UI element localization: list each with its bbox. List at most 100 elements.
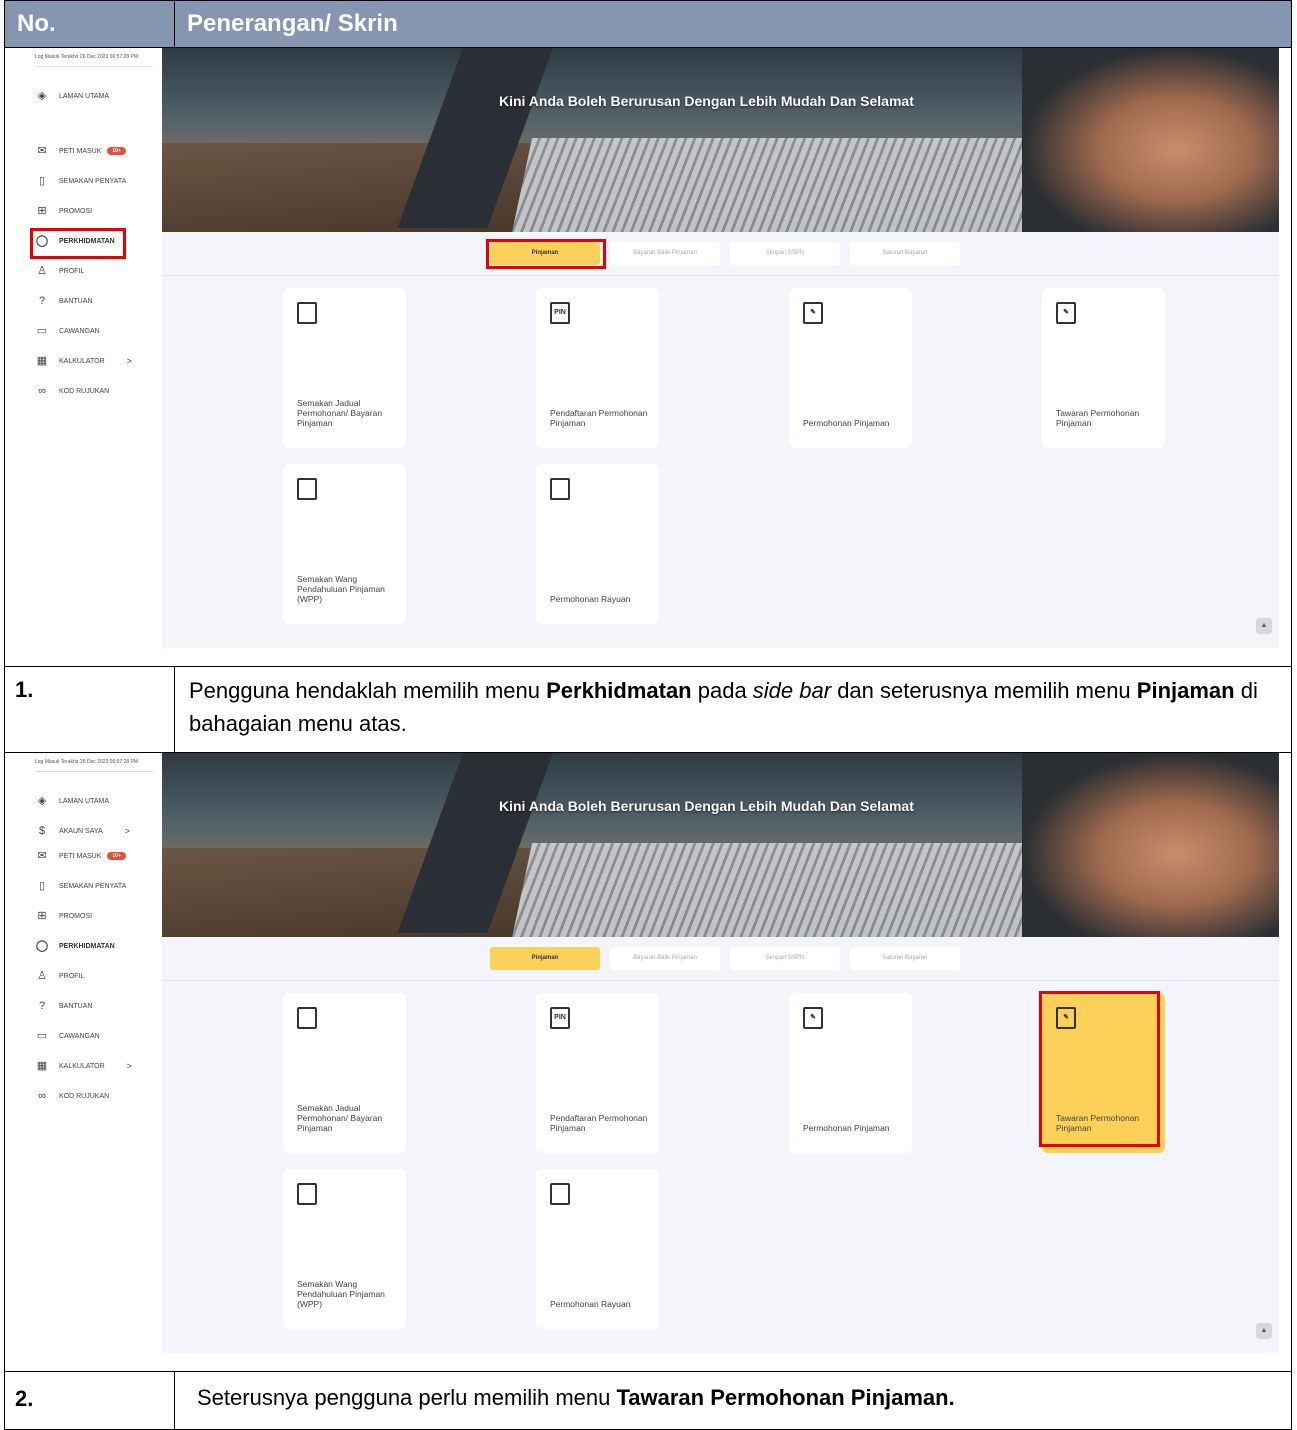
highlight-box-pinjaman-tab [486, 239, 606, 269]
sidebar-item-label: PROMOSI [59, 207, 93, 215]
sidebar-item-label: LAMAN UTAMA [59, 797, 110, 805]
sidebar-item-bantuan[interactable]: ? BANTUAN [35, 293, 93, 309]
sidebar-item-profil[interactable]: ♙ PROFIL [35, 263, 84, 279]
sidebar-item-peti-masuk[interactable]: ✉ PETI MASUK 10+ [35, 143, 126, 159]
sidebar: Log Masuk Terakhir 26 Dec 2023 06:57:28 … [5, 48, 162, 666]
sidebar-item-kod-rujukan[interactable]: ∞ KOD RUJUKAN [35, 1088, 109, 1104]
service-card[interactable]: Semakan Wang Pendahuluan Pinjaman (WPP) [283, 1169, 406, 1329]
hero-title: Kini Anda Boleh Berurusan Dengan Lebih M… [499, 93, 914, 109]
service-card[interactable]: PIN Pendaftaran Permohonan Pinjaman [536, 288, 659, 448]
hero-banner-image: Kini Anda Boleh Berurusan Dengan Lebih M… [162, 48, 1279, 232]
calculator-icon: ▦ [36, 1060, 48, 1072]
sidebar-item-semakan-penyata[interactable]: ▯ SEMAKAN PENYATA [35, 173, 126, 189]
service-card[interactable]: ✎ Permohonan Pinjaman [789, 288, 912, 448]
service-card[interactable]: Permohonan Rayuan [536, 1169, 659, 1329]
sidebar-item-profil[interactable]: ♙ PROFIL [35, 968, 84, 984]
sidebar-item-label: PETI MASUK [59, 852, 102, 860]
table-header-row: No. Penerangan/ Skrin [5, 1, 1292, 48]
document-icon: ▯ [38, 175, 46, 187]
sidebar-item-akaun-saya[interactable]: $ AKAUN SAYA > [35, 823, 130, 839]
mail-icon: ✉ [37, 850, 47, 862]
main-content: Kini Anda Boleh Berurusan Dengan Lebih M… [162, 48, 1279, 648]
chevron-right-icon: > [124, 826, 130, 836]
sidebar-item-laman-utama[interactable]: ◈ LAMAN UTAMA [35, 793, 109, 809]
tab-bayaran-balik-pinjaman[interactable]: Bayaran Balik Pinjaman [610, 242, 720, 265]
sidebar-item-label: PROMOSI [59, 912, 93, 920]
service-card[interactable]: Semakan Jadual Permohonan/ Bayaran Pinja… [283, 288, 406, 448]
app-window: Log Masuk Terakhir 26 Dec 2023 06:57:28 … [5, 48, 1291, 666]
sidebar-item-label: SEMAKAN PENYATA [59, 882, 127, 890]
service-card[interactable]: PIN Pendaftaran Permohonan Pinjaman [536, 993, 659, 1153]
gift-icon: ⊞ [37, 910, 47, 922]
step-row-1: 1. Pengguna hendaklah memilih menu Perkh… [5, 667, 1292, 753]
step-number: 1. [5, 667, 175, 752]
service-card-label: Tawaran Permohonan Pinjaman [1056, 408, 1140, 428]
sidebar-item-peti-masuk[interactable]: ✉ PETI MASUK 10+ [35, 848, 126, 864]
sidebar-item-label: CAWANGAN [59, 1032, 100, 1040]
tabs-divider [162, 275, 1279, 276]
step-description: Pengguna hendaklah memilih menu Perkhidm… [175, 667, 1292, 752]
chevron-right-icon: > [126, 1061, 132, 1071]
hero-banner-image: Kini Anda Boleh Berurusan Dengan Lebih M… [162, 753, 1279, 937]
service-card[interactable]: Semakan Jadual Permohonan/ Bayaran Pinja… [283, 993, 406, 1153]
document-icon: ▯ [38, 880, 46, 892]
sidebar-item-label: PROFIL [59, 972, 85, 980]
service-card[interactable]: ✎ Permohonan Pinjaman [789, 993, 912, 1153]
briefcase-icon: ▭ [36, 1030, 48, 1042]
screenshot-row-2: Log Masuk Terakhir 26 Dec 2023 06:57:28 … [5, 753, 1292, 1372]
document-search-icon [297, 1007, 317, 1029]
sidebar-item-bantuan[interactable]: ? BANTUAN [35, 998, 93, 1014]
sidebar-item-promosi[interactable]: ⊞ PROMOSI [35, 908, 92, 924]
sidebar-item-kod-rujukan[interactable]: ∞ KOD RUJUKAN [35, 383, 109, 399]
service-card-label: Semakan Jadual Permohonan/ Bayaran Pinja… [297, 398, 383, 428]
document-search-icon [297, 302, 317, 324]
service-card-label: Pendaftaran Permohonan Pinjaman [550, 408, 648, 428]
service-card[interactable]: ✎ Tawaran Permohonan Pinjaman [1042, 288, 1165, 448]
document-search-icon [297, 478, 317, 500]
instruction-table: No. Penerangan/ Skrin Log Masuk Terakhir… [4, 0, 1292, 1430]
document-sign-icon: ✎ [803, 1007, 823, 1029]
step-row-2: 2. Seterusnya pengguna perlu memilih men… [5, 1372, 1292, 1430]
layers-icon: ◈ [37, 795, 47, 807]
sidebar-item-kalkulator[interactable]: ▦ KALKULATOR > [35, 1058, 132, 1074]
sidebar-item-label: KOD RUJUKAN [59, 387, 110, 395]
app-window: Log Masuk Terakhir 26 Dec 2023 06:57:28 … [5, 753, 1291, 1371]
tab-saluran-bayaran[interactable]: Saluran Bayaran [850, 242, 960, 265]
service-icon: ◯ [35, 940, 49, 952]
sidebar-item-cawangan[interactable]: ▭ CAWANGAN [35, 1028, 100, 1044]
service-card-label: Semakan Wang Pendahuluan Pinjaman (WPP) [297, 574, 385, 604]
screenshot-1: Log Masuk Terakhir 26 Dec 2023 06:57:28 … [5, 48, 1292, 666]
sidebar-item-kalkulator[interactable]: ▦ KALKULATOR > [35, 353, 132, 369]
sidebar-item-laman-utama[interactable]: ◈ LAMAN UTAMA [35, 88, 109, 104]
scroll-top-button[interactable]: ▲ [1256, 618, 1272, 634]
tab-simpan-sspn[interactable]: Simpan SSPN [730, 947, 840, 970]
document-sign-icon: ✎ [803, 302, 823, 324]
sidebar-item-promosi[interactable]: ⊞ PROMOSI [35, 203, 92, 219]
sidebar-item-label: KOD RUJUKAN [59, 1092, 110, 1100]
tab-simpan-sspn[interactable]: Simpan SSPN [730, 242, 840, 265]
header-no: No. [5, 1, 175, 47]
scroll-top-button[interactable]: ▲ [1256, 1323, 1272, 1339]
tab-bayaran-balik-pinjaman[interactable]: Bayaran Balik Pinjaman [610, 947, 720, 970]
sidebar-item-perkhidmatan[interactable]: ◯ PERKHIDMATAN [35, 938, 115, 954]
header-description: Penerangan/ Skrin [175, 1, 1292, 47]
pin-document-icon: PIN [550, 302, 570, 324]
help-icon: ? [38, 1000, 46, 1012]
last-login-text: Log Masuk Terakhir 26 Dec 2023 06:57:28 … [35, 759, 139, 765]
sidebar-item-cawangan[interactable]: ▭ CAWANGAN [35, 323, 100, 339]
service-card-label: Semakan Wang Pendahuluan Pinjaman (WPP) [297, 1279, 385, 1309]
service-card-label: Permohonan Rayuan [550, 594, 631, 604]
tab-pinjaman[interactable]: Pinjaman [490, 947, 600, 970]
service-card-label: Permohonan Rayuan [550, 1299, 631, 1309]
sidebar-item-semakan-penyata[interactable]: ▯ SEMAKAN PENYATA [35, 878, 126, 894]
pin-document-icon: PIN [550, 1007, 570, 1029]
service-card[interactable]: Semakan Wang Pendahuluan Pinjaman (WPP) [283, 464, 406, 624]
service-card[interactable]: Permohonan Rayuan [536, 464, 659, 624]
link-icon: ∞ [38, 1090, 46, 1102]
sidebar-item-label: BANTUAN [59, 297, 93, 305]
sidebar-divider [35, 771, 153, 772]
tab-saluran-bayaran[interactable]: Saluran Bayaran [850, 947, 960, 970]
screenshot-row-1: Log Masuk Terakhir 26 Dec 2023 06:57:28 … [5, 48, 1292, 667]
gift-icon: ⊞ [37, 205, 47, 217]
sidebar: Log Masuk Terakhir 26 Dec 2023 06:57:28 … [5, 753, 162, 1371]
